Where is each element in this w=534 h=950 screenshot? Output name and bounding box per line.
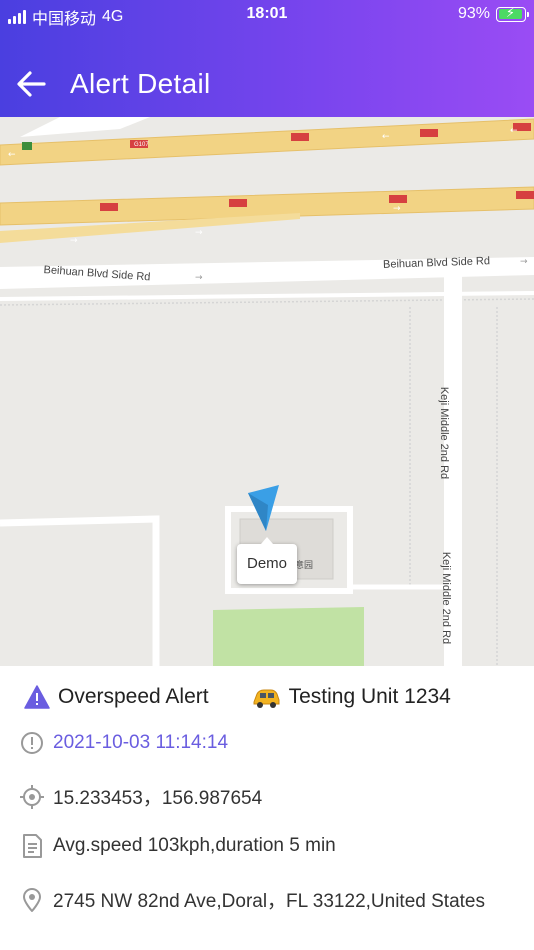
svg-text:←: ← <box>510 126 518 136</box>
map-view[interactable]: ← ← ← → → → → → Beihuan Blvd Side Rd Beihuan … <box>0 117 534 666</box>
svg-text:→: → <box>520 257 528 267</box>
alert-details-panel: Overspeed Alert Testing Unit 1234 2021-1… <box>0 666 534 950</box>
svg-text:←: ← <box>8 150 16 160</box>
coordinates-row: 15.233453，156.987654 <box>0 783 534 810</box>
location-marker-icon[interactable] <box>246 485 282 531</box>
datetime-row: 2021-10-03 11:14:14 <box>0 730 534 756</box>
road-label-keji-lower: Keji Middle 2nd Rd <box>440 551 453 645</box>
battery-percent: 93% <box>457 5 490 22</box>
park-area <box>213 607 364 666</box>
unit-name: Testing Unit 1234 <box>288 685 451 708</box>
coordinates-text: 15.233453，156.987654 <box>53 788 263 809</box>
description-text: Avg.speed 103kph,duration 5 min <box>53 835 336 856</box>
address-row: 2745 NW 82nd Ave,Doral，FL 33122,United S… <box>0 886 534 913</box>
svg-text:←: ← <box>382 132 390 142</box>
status-right: 93% ⚡ <box>457 4 529 23</box>
svg-text:→: → <box>70 236 78 246</box>
alert-type: Overspeed Alert <box>58 685 209 708</box>
marker-label-bubble[interactable]: Demo <box>237 537 297 584</box>
location-pin-icon <box>23 887 41 912</box>
road-label-keji-upper: Keji Middle 2nd Rd <box>438 386 451 480</box>
page-title: Alert Detail <box>70 68 211 99</box>
status-time: 18:01 <box>246 5 288 22</box>
svg-text:→: → <box>393 204 401 214</box>
charging-bolt-icon: ⚡ <box>505 4 516 20</box>
car-icon <box>253 689 280 708</box>
highway-shield-label: G107 <box>134 142 149 148</box>
svg-text:→: → <box>195 228 203 238</box>
address-text: 2745 NW 82nd Ave,Doral，FL 33122,United S… <box>53 891 485 912</box>
battery-icon: ⚡ <box>496 4 529 22</box>
svg-text:→: → <box>195 273 203 283</box>
document-icon <box>23 834 42 858</box>
description-row: Avg.speed 103kph,duration 5 min <box>0 833 534 859</box>
alert-clock-icon <box>21 732 43 754</box>
alert-title-row: Overspeed Alert Testing Unit 1234 <box>0 684 534 710</box>
back-arrow-icon[interactable] <box>14 66 50 102</box>
app-header: 中国移动 4G 18:01 93% ⚡ Alert Detail <box>0 0 534 117</box>
alert-datetime: 2021-10-03 11:14:14 <box>53 732 229 753</box>
crosshair-icon <box>20 784 44 809</box>
warning-triangle-icon <box>24 685 50 709</box>
status-bar: 中国移动 4G 18:01 93% ⚡ <box>0 0 534 30</box>
